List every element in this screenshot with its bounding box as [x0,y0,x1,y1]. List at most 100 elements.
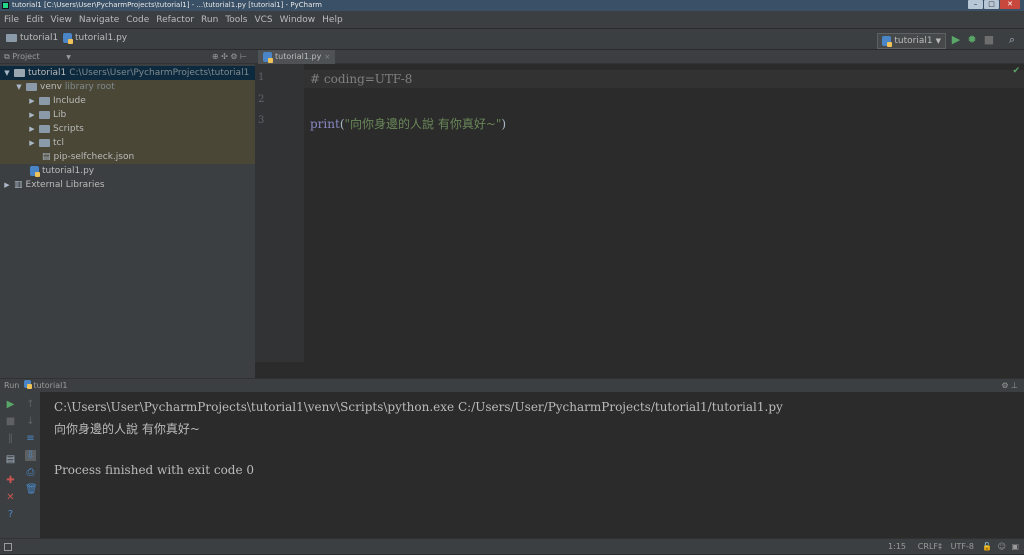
gear-icon[interactable]: ⚙ [1001,381,1008,390]
code-string: "向你身邊的人說 有你真好~" [344,117,502,131]
folder-icon [26,83,37,91]
chevron-down-icon: ▼ [935,37,941,45]
code-line-3: print("向你身邊的人說 有你真好~") [310,115,506,132]
tree-item-lib[interactable]: ▶ Lib [0,108,255,122]
code-lines[interactable]: # coding=UTF-8 print("向你身邊的人說 有你真好~") ✔ [304,64,1024,362]
tree-item-external-libraries[interactable]: ▶ ▥ External Libraries [0,178,255,192]
up-arrow-icon[interactable]: ↑ [25,399,36,410]
trash-icon[interactable]: 🗑 [25,484,38,495]
tree-item-label: venv [40,82,62,92]
sync-icon[interactable]: ⊕ [212,52,219,61]
window-title-bar: tutorial1 [C:\Users\User\PycharmProjects… [0,0,1024,11]
menu-view[interactable]: View [51,15,72,25]
collapse-arrow-icon[interactable]: ▶ [3,178,11,192]
rerun-icon[interactable]: ▶ [5,399,16,410]
python-file-icon [23,380,32,389]
print-icon[interactable]: ⎙ [25,467,36,478]
pin-icon[interactable]: ✚ [5,475,16,486]
tree-item-label: Scripts [53,124,84,134]
run-icon[interactable]: ▶ [950,34,962,46]
pause-icon[interactable]: ‖ [5,433,16,444]
expand-arrow-icon[interactable]: ▼ [15,80,23,94]
run-panel-config[interactable]: tutorial1 [33,381,67,390]
breadcrumb-project[interactable]: tutorial1 [6,33,58,43]
tree-item-scripts[interactable]: ▶ Scripts [0,122,255,136]
close-button[interactable]: ✕ [1000,0,1020,9]
menu-window[interactable]: Window [280,15,316,25]
hide-icon[interactable]: ⊥ [1011,381,1018,390]
down-arrow-icon[interactable]: ↓ [25,416,36,427]
gear-icon[interactable]: ⚙ [230,52,237,61]
help-icon[interactable]: ? [5,509,16,520]
status-encoding[interactable]: UTF-8 [951,539,974,555]
close-icon[interactable]: ✕ [5,492,16,503]
tree-item-tutorial1[interactable]: ▼ tutorial1 C:\Users\User\PycharmProject… [0,66,255,80]
status-line-separator[interactable]: CRLF‡ [918,539,942,555]
python-file-icon [30,166,40,177]
collapse-arrow-icon[interactable]: ▶ [28,136,36,150]
pycharm-app-icon [2,2,9,9]
menu-vcs[interactable]: VCS [254,15,272,25]
tree-item-venv[interactable]: ▼ venv library root [0,80,255,94]
breadcrumb-project-label: tutorial1 [20,33,59,43]
expand-arrow-icon[interactable]: ▼ [3,66,11,80]
chevron-down-icon[interactable]: ▼ [66,54,71,61]
soft-wrap-icon[interactable]: ≡ [25,433,36,444]
scroll-to-end-icon[interactable]: ⇩ [25,450,36,461]
collapse-arrow-icon[interactable]: ▶ [28,94,36,108]
menu-refactor[interactable]: Refactor [156,15,194,25]
collapse-icon[interactable]: ✣ [221,52,228,61]
tree-item-label: External Libraries [25,180,105,190]
folder-icon [39,139,50,147]
menu-code[interactable]: Code [126,15,149,25]
menu-navigate[interactable]: Navigate [79,15,119,25]
event-log-icon[interactable]: ▣ [1011,539,1019,555]
editor-tab-bar: tutorial1.py × [255,50,1024,66]
code-paren: ) [501,117,507,131]
tree-item-label: pip-selfcheck.json [53,152,135,162]
search-icon[interactable]: ⌕ [1006,34,1018,46]
run-toolbar: ▶ ■ ‖ ▤ ✚ ✕ ? ↑ ↓ ≡ ⇩ ⎙ 🗑 [0,392,40,538]
run-panel-header: Run tutorial1 ⚙ ⊥ [0,378,1024,392]
run-panel-title: Run [4,381,20,390]
menu-run[interactable]: Run [201,15,218,25]
tree-item-tutorial1-py[interactable]: tutorial1.py [0,164,255,178]
inspector-icon[interactable]: ☺ [998,539,1006,555]
line-number: 2 [258,94,265,105]
tree-item-pip-selfcheck[interactable]: ▤ pip-selfcheck.json [0,150,255,164]
menu-tools[interactable]: Tools [225,15,247,25]
maximize-button[interactable]: □ [984,0,999,9]
hide-icon[interactable]: ⊢ [240,52,247,61]
python-file-icon [882,36,893,47]
python-file-icon [63,33,73,44]
tree-item-label: tutorial1.py [42,166,95,176]
collapse-arrow-icon[interactable]: ▶ [28,122,36,136]
collapse-arrow-icon[interactable]: ▶ [28,108,36,122]
close-tab-icon[interactable]: × [324,50,330,64]
layout-icon[interactable]: ▤ [5,454,16,465]
run-console[interactable]: C:\Users\User\PycharmProjects\tutorial1\… [40,392,1024,538]
minimize-button[interactable]: – [968,0,983,9]
project-panel-title[interactable]: Project [12,52,39,61]
menu-file[interactable]: File [4,15,19,25]
tree-item-include[interactable]: ▶ Include [0,94,255,108]
editor-tab-label: tutorial1.py [275,52,322,61]
menu-help[interactable]: Help [322,15,343,25]
debug-icon[interactable]: ✹ [966,34,978,46]
check-icon: ✔ [1012,66,1020,76]
menu-edit[interactable]: Edit [26,15,43,25]
stop-icon[interactable]: ■ [5,416,16,427]
tree-item-label: tutorial1 [28,68,67,78]
project-view-icon: ⧉ [4,52,10,61]
tool-windows-icon[interactable] [4,543,12,551]
lock-icon[interactable]: 🔓 [982,539,992,555]
breadcrumb-file[interactable]: tutorial1.py [63,33,127,44]
tree-item-path: C:\Users\User\PycharmProjects\tutorial1 [69,68,250,78]
folder-icon [39,111,50,119]
tree-item-tcl[interactable]: ▶ tcl [0,136,255,150]
python-file-icon [263,52,273,63]
status-caret-position[interactable]: 1:15 [888,539,906,555]
stop-icon[interactable]: ■ [983,34,995,46]
run-config-selector[interactable]: tutorial1 ▼ [877,33,946,49]
project-tree: ▼ tutorial1 C:\Users\User\PycharmProject… [0,64,255,378]
